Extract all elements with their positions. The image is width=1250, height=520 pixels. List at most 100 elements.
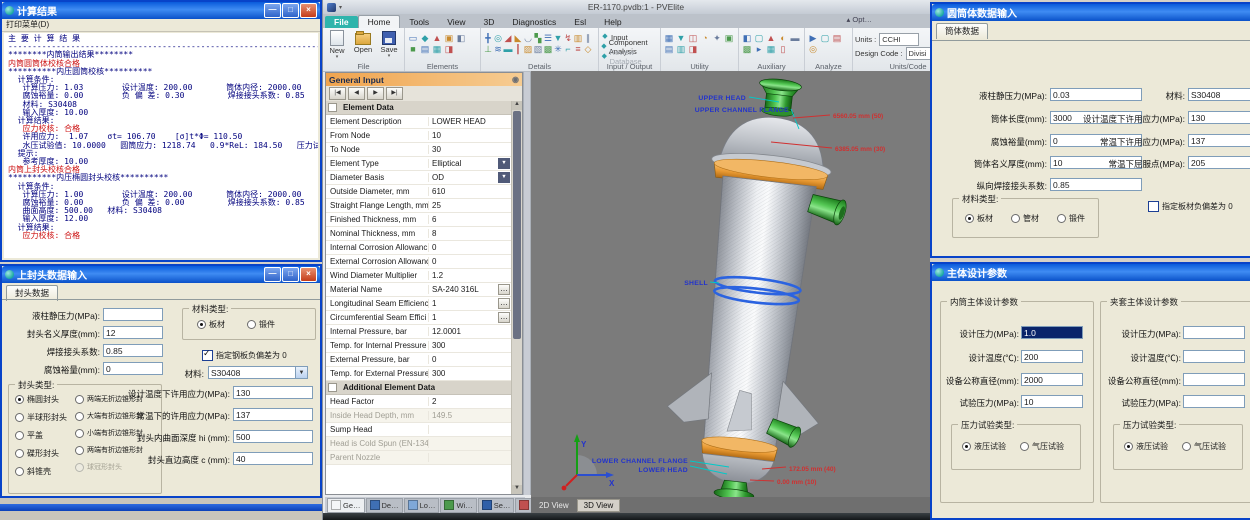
head-type-radio[interactable]: 斜锥壳 — [15, 466, 67, 477]
head-element-icon[interactable]: ◆ — [419, 33, 431, 44]
saddle-support-icon[interactable]: ◡ — [523, 33, 533, 44]
weld-coefficient-input[interactable]: 0.85 — [103, 344, 163, 357]
test-pressure-input[interactable] — [1183, 395, 1245, 408]
view-tab[interactable]: 2D View — [533, 500, 575, 511]
export-icon[interactable]: ▸ — [753, 44, 765, 55]
basering-element-icon[interactable]: ◨ — [443, 44, 455, 55]
ribbon-tab[interactable]: Tools — [400, 16, 438, 28]
design-allow-stress-input[interactable]: 130 — [233, 386, 313, 399]
grid-row[interactable]: Wind Diameter Multiplier 1.2 ▼ … — [326, 269, 511, 283]
stiffener-icon[interactable]: ┃ — [513, 44, 523, 55]
grid-row[interactable]: Finished Thickness, mm 6 ▼ … — [326, 213, 511, 227]
design-temp-input[interactable]: 200 — [1021, 350, 1083, 363]
inner-depth-input[interactable]: 500 — [233, 430, 313, 443]
material-select[interactable]: S30408 — [208, 366, 308, 379]
report-icon[interactable]: ▤ — [831, 33, 843, 44]
vessel-3d-canvas[interactable]: UPPER HEAD UPPER CHANNEL FLANGE 6560.05 … — [531, 71, 930, 497]
grid-row[interactable]: Internal Pressure, bar 12.0001 ▼ … — [326, 325, 511, 339]
head-type-radio[interactable]: 平盖 — [15, 430, 67, 441]
last-element-button[interactable]: ▶| — [386, 87, 403, 100]
test-type-radio[interactable]: 气压试验 — [1020, 441, 1064, 452]
first-element-button[interactable]: |◀ — [329, 87, 346, 100]
static-pressure-input[interactable] — [103, 308, 163, 321]
review-icon[interactable]: ◎ — [807, 44, 819, 55]
chart-icon[interactable]: ▲ — [765, 33, 777, 44]
options-button[interactable]: ▴ Opt… — [847, 15, 872, 24]
table-icon[interactable]: ▦ — [765, 44, 777, 55]
boltedcover-element-icon[interactable]: ■ — [407, 44, 419, 55]
flange-db-icon[interactable]: ▣ — [723, 33, 735, 44]
jacket-icon[interactable]: ▧ — [533, 44, 543, 55]
dock-tab[interactable]: Ge… — [327, 498, 365, 513]
new-button[interactable]: New▾ — [325, 30, 349, 60]
grid-row[interactable]: Diameter Basis OD ▼ … — [326, 171, 511, 185]
ladder-icon[interactable]: ≡ — [573, 44, 583, 55]
3d-viewport[interactable]: UPPER HEAD UPPER CHANNEL FLANGE 6560.05 … — [531, 71, 930, 497]
document-icon[interactable]: ▯ — [777, 44, 789, 55]
material-dropdown-icon[interactable]: ▼ — [295, 366, 308, 379]
grid-row[interactable]: External Pressure, bar 0 ▼ … — [326, 353, 511, 367]
neg-deviation-checkbox[interactable]: 指定钢板负偏差为 0 — [202, 350, 287, 361]
brace-icon[interactable]: ◧ — [741, 33, 753, 44]
ribbon-tab[interactable]: Diagnostics — [503, 16, 565, 28]
minimize-button[interactable]: — — [264, 3, 281, 18]
ribbon-tab[interactable]: Esl — [565, 16, 595, 28]
review-database-item[interactable]: ◆Review Database — [601, 52, 658, 62]
pipe-db-icon[interactable]: ▤ — [663, 44, 675, 55]
prev-element-button[interactable]: ◀ — [348, 87, 365, 100]
minimize-button[interactable]: — — [264, 267, 281, 282]
property-grid-scrollbar[interactable]: ▲ ▼ — [512, 101, 522, 494]
ambient-allow-stress-input[interactable]: 137 — [1188, 134, 1250, 147]
dock-tab[interactable]: De… — [366, 498, 403, 513]
tab-cylinder-data[interactable]: 筒体数据 — [936, 23, 988, 39]
report-tool-icon[interactable]: ▥ — [675, 44, 687, 55]
section-expand-icon[interactable] — [328, 103, 337, 112]
material-type-radio[interactable]: 板材 — [197, 319, 225, 330]
yield-point-input[interactable]: 205 — [1188, 156, 1250, 169]
clip-icon[interactable]: ⊥ — [483, 44, 493, 55]
straight-edge-input[interactable]: 40 — [233, 452, 313, 465]
head-dialog-titlebar[interactable]: 上封头数据输入 — □ × — [2, 266, 320, 283]
dock-tab[interactable]: Lo… — [404, 498, 440, 513]
grid-row[interactable]: Head is Cold Spun (EN-13445 ▼ … — [326, 437, 511, 451]
view-tab[interactable]: 3D View — [577, 499, 621, 512]
test-type-radio[interactable]: 液压试验 — [1124, 441, 1168, 452]
grid-row[interactable]: To Node 30 ▼ … — [326, 143, 511, 157]
image-icon[interactable]: ▩ — [741, 44, 753, 55]
grid-row[interactable]: Temp. for External Pressure 300 ▼ … — [326, 367, 511, 381]
nozzle-detail-icon[interactable]: ╋ — [483, 33, 493, 44]
davit-icon[interactable]: ⌐ — [563, 44, 573, 55]
open-button[interactable]: Open — [351, 30, 375, 60]
macro-icon[interactable]: ◨ — [687, 44, 699, 55]
test-type-radio[interactable]: 液压试验 — [962, 441, 1006, 452]
compare-icon[interactable]: ◐ — [777, 33, 789, 44]
frame-icon[interactable]: ▢ — [753, 33, 765, 44]
ellipsis-button[interactable]: … — [498, 298, 510, 309]
design-temp-input[interactable] — [1183, 350, 1245, 363]
grid-row[interactable]: Element Data ▼ … — [326, 101, 511, 115]
grid-row[interactable]: Head Factor 2 ▼ … — [326, 395, 511, 409]
grid-row[interactable]: Parent Nozzle ▼ … — [326, 451, 511, 465]
test-pressure-input[interactable]: 10 — [1021, 395, 1083, 408]
quick-access-caret-icon[interactable]: ▾ — [339, 4, 342, 11]
grid-row[interactable]: Additional Element Data ▼ … — [326, 381, 511, 395]
tubesheet-element-icon[interactable]: ▦ — [431, 44, 443, 55]
stiffening-ring-icon[interactable]: ◎ — [493, 33, 503, 44]
insulation-icon[interactable]: ▥ — [573, 33, 583, 44]
ribbon-tab[interactable]: Help — [595, 16, 630, 28]
close-button[interactable]: × — [300, 3, 317, 18]
dropdown-button[interactable]: ▼ — [498, 172, 510, 183]
design-pressure-input[interactable]: 1.0 — [1021, 326, 1083, 339]
run-analysis-icon[interactable]: ▶ — [807, 33, 819, 44]
neg-deviation-checkbox[interactable]: 指定板材负偏差为 0 — [1148, 201, 1233, 212]
weld-seam-icon[interactable]: ≋ — [493, 44, 503, 55]
head-type-radio[interactable]: 半球形封头 — [15, 412, 67, 423]
weld-coefficient-input[interactable]: 0.85 — [1050, 178, 1142, 191]
section-expand-icon[interactable] — [328, 383, 337, 392]
vortex-breaker-icon[interactable]: ✳ — [553, 44, 563, 55]
scrollbar-thumb[interactable] — [513, 111, 521, 339]
units-select[interactable]: CCHI — [879, 33, 919, 46]
grid-row[interactable]: Element Type Elliptical ▼ … — [326, 157, 511, 171]
force-moment-icon[interactable]: ↯ — [563, 33, 573, 44]
dock-tab[interactable]: Se… — [478, 498, 515, 513]
